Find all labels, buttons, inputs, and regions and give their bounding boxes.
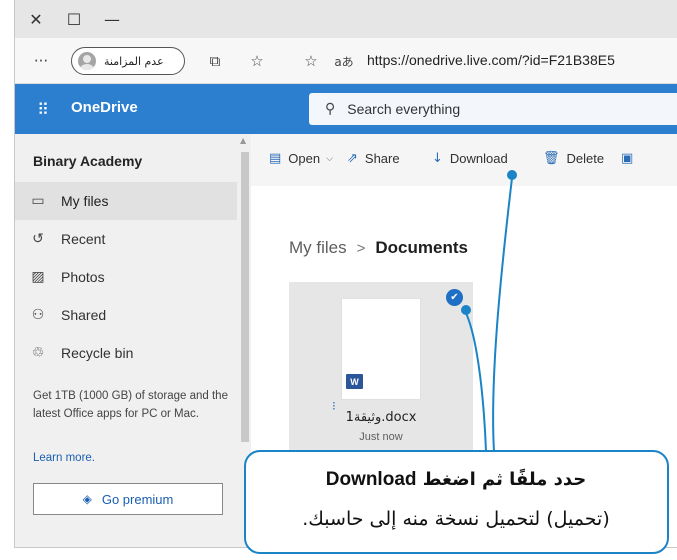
nav-item-shared[interactable]: ⚇ Shared [15, 296, 237, 334]
left-nav: Binary Academy ▭ My files ↺ Recent ▨ Pho… [15, 134, 251, 547]
more-commands-button[interactable]: ▣ [621, 151, 640, 166]
minimize-icon[interactable]: — [99, 6, 125, 32]
nav-item-label: Recycle bin [61, 345, 134, 361]
address-bar-row: ··· عدم المزامنة ⧉ ☆ ☆ aあ https://onedri… [15, 38, 677, 84]
download-icon: ↓ [432, 151, 443, 166]
instruction-callout: حدد ملفًا ثم اضغط Download (تحميل) لتحمي… [244, 450, 669, 554]
add-favorite-icon[interactable]: ☆ [299, 48, 323, 74]
breadcrumb-current: Documents [375, 238, 468, 257]
nav-item-my-files[interactable]: ▭ My files [15, 182, 237, 220]
delete-button[interactable]: 🗑 Delete [543, 151, 604, 166]
command-bar: ▤ Open ⌵ ⇗ Share ↓ Download 🗑 Delete ▣ [251, 134, 677, 186]
scroll-up-icon[interactable]: ▲ [240, 136, 246, 145]
chevron-down-icon: ⌵ [326, 153, 333, 164]
recycle-bin-icon: ♲ [31, 345, 45, 361]
callout-line-1: حدد ملفًا ثم اضغط Download [246, 469, 666, 491]
storage-promo-text: Get 1TB (1000 GB) of storage and the lat… [33, 390, 228, 420]
check-icon[interactable]: ✔ [446, 289, 463, 306]
share-icon: ⇗ [347, 151, 358, 166]
callout-line-2: (تحميل) لتحميل نسخة منه إلى حاسبك. [302, 508, 610, 530]
close-icon[interactable]: ✕ [23, 6, 49, 32]
search-icon: ⚲ [325, 101, 336, 117]
file-modified: Just now [359, 431, 403, 443]
share-label: Share [364, 151, 400, 166]
nav-item-recycle-bin[interactable]: ♲ Recycle bin [15, 334, 237, 372]
open-button[interactable]: ▤ Open ⌵ [269, 151, 333, 166]
nav-item-label: Shared [61, 307, 107, 323]
callout-download-keyword: Download [325, 469, 417, 490]
breadcrumb: My files > Documents [289, 238, 468, 258]
title-bar: ✕ ☐ — [15, 0, 677, 38]
collections-icon[interactable]: ⧉ [203, 48, 227, 74]
go-premium-label: Go premium [101, 491, 174, 507]
favorites-icon[interactable]: ☆ [245, 48, 269, 74]
tenant-name: Binary Academy [33, 153, 143, 169]
share-button[interactable]: ⇗ Share [347, 151, 400, 166]
suite-header: ⠿ OneDrive ⚲ Search everything [15, 84, 677, 134]
scrollbar-thumb[interactable] [241, 152, 249, 442]
breadcrumb-separator: > [356, 240, 366, 257]
clock-icon: ↺ [32, 231, 44, 247]
callout-line-1-text: حدد ملفًا ثم اضغط [416, 469, 587, 490]
app-name[interactable]: OneDrive [71, 99, 138, 116]
url-field[interactable]: https://onedrive.live.com/?id=F21B38E5 [367, 52, 615, 68]
folder-icon: ▭ [31, 193, 45, 209]
move-icon: ▣ [621, 151, 634, 166]
diamond-icon: ◈ [82, 492, 92, 506]
read-aloud-icon[interactable]: aあ [331, 48, 357, 74]
app-launcher-icon[interactable]: ⠿ [31, 97, 55, 121]
word-icon: W [346, 374, 363, 389]
nav-item-label: Photos [61, 269, 105, 285]
nav-item-label: Recent [61, 231, 106, 247]
nav-item-photos[interactable]: ▨ Photos [15, 258, 237, 296]
learn-more-link[interactable]: Learn more. [33, 452, 95, 464]
go-premium-button[interactable]: ◈ Go premium [33, 483, 223, 515]
avatar [78, 52, 96, 70]
download-label: Download [449, 151, 508, 166]
open-icon: ▤ [269, 151, 282, 166]
profile-button[interactable]: عدم المزامنة [71, 47, 185, 75]
nav-item-recent[interactable]: ↺ Recent [15, 220, 237, 258]
file-name: وثيقة1.docx [345, 410, 417, 425]
search-placeholder: Search everything [347, 101, 461, 117]
search-box[interactable]: ⚲ Search everything [309, 93, 677, 125]
download-button[interactable]: ↓ Download [432, 151, 508, 166]
breadcrumb-root[interactable]: My files [289, 238, 347, 257]
nav-item-label: My files [61, 193, 109, 209]
maximize-icon[interactable]: ☐ [61, 6, 87, 32]
more-icon[interactable]: ··· [29, 48, 53, 74]
profile-name: عدم المزامنة [104, 54, 164, 68]
image-icon: ▨ [31, 269, 45, 285]
trash-icon: 🗑 [543, 151, 560, 166]
open-label: Open [288, 151, 321, 166]
people-icon: ⚇ [31, 307, 45, 323]
delete-label: Delete [566, 151, 605, 166]
